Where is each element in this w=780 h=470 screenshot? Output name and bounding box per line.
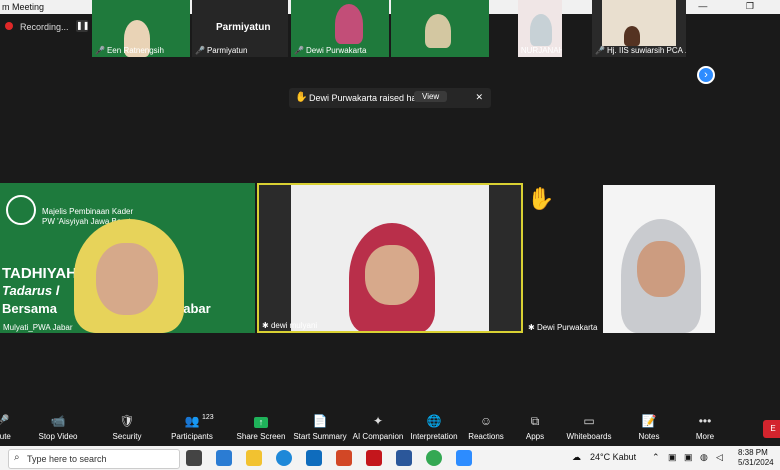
video-tile-mulyati[interactable]: Majelis Pembinaan Kader PW 'Aisyiyah Jaw… <box>0 183 255 333</box>
mic-muted-icon: 🎤 <box>195 46 205 55</box>
pin-icon: ✱ <box>528 323 537 332</box>
notification-message: Dewi Purwakarta raised hand <box>309 93 427 103</box>
participant-video <box>291 185 489 331</box>
participant-thumb[interactable]: 🎤 Een Ratnengsih <box>92 0 190 57</box>
store-icon[interactable] <box>216 450 232 466</box>
participant-name: 🎤 Hj. IIS suwiarsih PCA ... <box>595 46 686 55</box>
view-button[interactable]: View <box>414 91 448 102</box>
window-controls[interactable]: — ❐ <box>698 1 772 12</box>
word-icon[interactable] <box>396 450 412 466</box>
close-icon[interactable]: ✕ <box>475 92 483 103</box>
mic-muted-icon: 🎤 <box>595 46 605 55</box>
chrome-icon[interactable] <box>426 450 442 466</box>
meeting-controls: 🎤mute 📹Stop Video 🛡Security 👥123Particip… <box>0 413 780 445</box>
logo-icon <box>6 195 36 225</box>
participant-label: Parmiyatun <box>216 22 271 33</box>
acrobat-icon[interactable] <box>366 450 382 466</box>
participant-name: 🎤 Dewi Purwakarta <box>294 46 367 55</box>
os-taskbar: ⌕ Type here to search ☁ 24°C Kabut ⌃ ▣ ▣… <box>0 446 780 470</box>
participant-thumb[interactable] <box>391 0 489 57</box>
participants-button[interactable]: 👥 123 Participants <box>160 413 224 441</box>
volume-icon[interactable]: ◁ <box>716 452 723 463</box>
whiteboards-button[interactable]: ▭ Whiteboards <box>557 413 621 441</box>
participant-name: 🎤 Parmiyatun <box>195 46 248 55</box>
system-clock[interactable]: 8:38 PM 5/31/2024 <box>738 448 774 468</box>
clock-time: 8:38 PM <box>738 448 768 457</box>
shield-icon: 🛡 <box>119 414 135 428</box>
start-summary-button[interactable]: 📄 Start Summary <box>288 413 352 441</box>
participant-video <box>602 0 676 46</box>
notes-icon: 📝 <box>641 414 657 428</box>
mic-muted-icon: 🎤 <box>95 46 105 55</box>
participant-thumb[interactable]: Parmiyatun 🎤 Parmiyatun <box>192 0 288 57</box>
tray-app-icon[interactable]: ▣ <box>668 452 677 463</box>
participant-name: ✱ dewi mulyani <box>262 321 318 330</box>
search-placeholder: Type here to search <box>27 454 107 464</box>
participant-thumb[interactable]: 🎤 Dewi Purwakarta <box>291 0 389 57</box>
slide-org-line1: Majelis Pembinaan Kader <box>42 207 134 216</box>
powerpoint-icon[interactable] <box>336 450 352 466</box>
video-camera-icon: 📹 <box>50 414 66 428</box>
window-title: m Meeting <box>2 2 45 12</box>
weather-icon: ☁ <box>572 452 581 462</box>
clock-date: 5/31/2024 <box>738 458 774 467</box>
tray-app-icon[interactable]: ▣ <box>684 452 693 463</box>
share-screen-icon: ↑ <box>254 417 268 428</box>
more-button[interactable]: ••• More <box>673 413 737 441</box>
slide-line2: Tadarus l <box>2 283 60 298</box>
whiteboard-icon: ▭ <box>583 414 595 428</box>
recording-icon <box>5 22 13 30</box>
task-view-icon[interactable] <box>186 450 202 466</box>
pause-recording-button[interactable]: ❚❚ <box>76 20 89 32</box>
weather-text[interactable]: 24°C Kabut <box>590 452 636 462</box>
tray-chevron-icon[interactable]: ⌃ <box>652 452 660 463</box>
network-icon[interactable]: ◍ <box>700 452 708 463</box>
slide-line3: Bersama <box>2 301 57 316</box>
edge-icon[interactable] <box>276 450 292 466</box>
participant-video <box>530 14 552 46</box>
sparkle-icon: ✦ <box>372 414 384 428</box>
notes-button[interactable]: 📝 Notes <box>617 413 681 441</box>
participant-video <box>603 185 715 333</box>
participant-count: 123 <box>202 414 214 421</box>
participant-name: Mulyati_PWA Jabar <box>3 323 73 332</box>
raised-hand-icon: ✋ <box>527 186 555 211</box>
more-icon: ••• <box>698 414 712 428</box>
recording-label: Recording... <box>20 22 69 32</box>
share-screen-button[interactable]: ↑ Share Screen <box>229 413 293 441</box>
next-page-button[interactable]: › <box>697 66 715 84</box>
participant-video <box>425 14 451 48</box>
participant-thumb[interactable]: 🎤 Hj. IIS suwiarsih PCA ... <box>592 0 686 57</box>
participant-name: ✱ Dewi Purwakarta <box>528 323 598 332</box>
search-icon: ⌕ <box>14 452 20 463</box>
mail-icon[interactable] <box>306 450 322 466</box>
taskbar-search[interactable]: ⌕ Type here to search <box>8 449 180 469</box>
slide-title: TADHIYAH <box>2 265 78 282</box>
participant-video <box>74 219 184 333</box>
participant-thumb[interactable]: 🎤SITI NURJANAH <box>518 0 562 57</box>
participant-name: 🎤SITI NURJANAH <box>518 46 562 55</box>
video-tile-active-speaker[interactable]: ✱ dewi mulyani <box>257 183 523 333</box>
zoom-icon[interactable] <box>456 450 472 466</box>
end-meeting-button[interactable]: E <box>763 420 780 438</box>
stop-video-button[interactable]: 📹 Stop Video <box>26 413 90 441</box>
participant-video <box>335 4 363 44</box>
chevron-right-icon: › <box>704 69 708 81</box>
raised-hand-icon: ✋ <box>295 92 308 103</box>
file-explorer-icon[interactable] <box>246 450 262 466</box>
video-tile-dewi-purwakarta[interactable]: ✋ ✱ Dewi Purwakarta <box>525 183 715 333</box>
mic-muted-icon: 🎤 <box>294 46 304 55</box>
raised-hand-notification: ✋ Dewi Purwakarta raised hand View ✕ <box>289 88 491 108</box>
participant-name: 🎤 Een Ratnengsih <box>95 46 164 55</box>
participants-icon: 👥 <box>184 414 200 428</box>
ai-companion-button[interactable]: ✦ AI Companion <box>346 413 410 441</box>
pin-icon: ✱ <box>262 321 271 330</box>
security-button[interactable]: 🛡 Security <box>95 413 159 441</box>
summary-icon: 📄 <box>312 414 328 428</box>
